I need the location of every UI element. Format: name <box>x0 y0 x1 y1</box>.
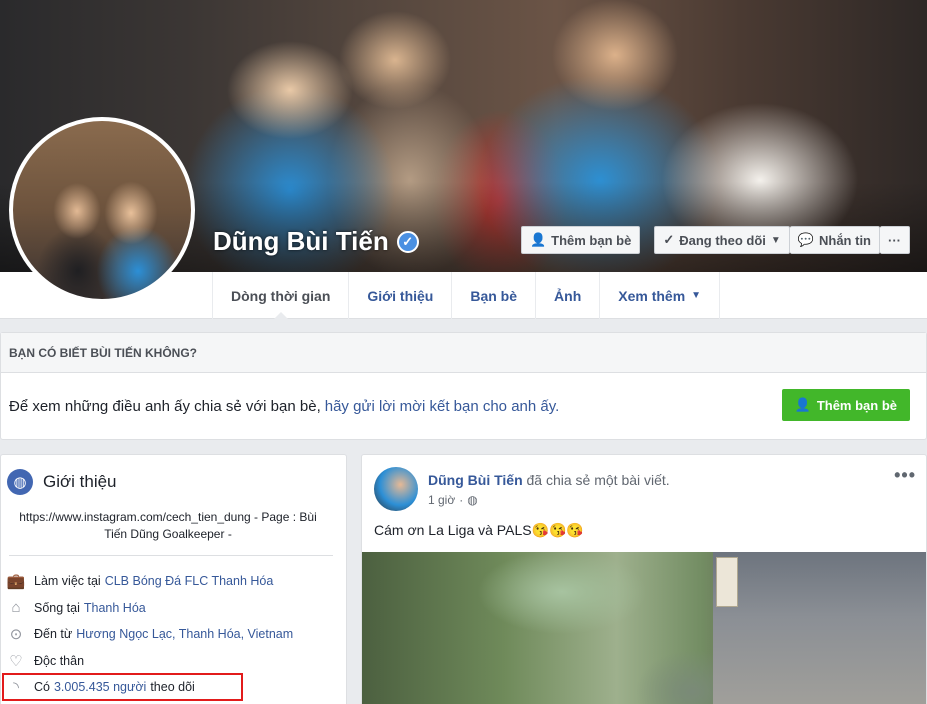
intro-row-suffix: theo dõi <box>150 680 195 695</box>
profile-avatar[interactable] <box>9 117 195 303</box>
know-card-text: Để xem những điều anh ấy chia sẻ với bạn… <box>9 397 321 415</box>
know-card: BẠN CÓ BIẾT BÙI TIẾN KHÔNG? Để xem những… <box>0 332 927 440</box>
intro-row-relationship: ♡ Độc thân <box>6 648 336 675</box>
profile-name[interactable]: Dũng Bùi Tiến <box>213 226 389 257</box>
messenger-icon: 💬 <box>797 232 814 247</box>
image-shed <box>713 552 926 704</box>
message-label: Nhắn tin <box>819 232 871 248</box>
intro-title: Giới thiệu <box>43 472 117 491</box>
dot-separator: · <box>459 493 464 507</box>
intro-row-prefix: Sống tại <box>34 600 80 615</box>
intro-bio: https://www.instagram.com/cech_tien_dung… <box>19 510 317 541</box>
send-request-link[interactable]: hãy gửi lời mời kết bạn cho anh ấy. <box>325 398 560 415</box>
post-author-name[interactable]: Dũng Bùi Tiến <box>428 472 523 488</box>
add-friend-label: Thêm bạn bè <box>551 232 632 248</box>
post-card: Dũng Bùi Tiến đã chia sẻ một bài viết. 1… <box>361 454 927 704</box>
intro-card: ◍ Giới thiệu https://www.instagram.com/c… <box>0 454 347 704</box>
tab-more-label: Xem thêm <box>618 287 686 304</box>
cover-actions: 👤 Thêm bạn bè ✓ Đang theo dõi ▼ 💬 Nhắn t… <box>520 226 910 254</box>
add-friend-green-button[interactable]: 👤 Thêm bạn bè <box>781 389 910 421</box>
post-author-avatar[interactable] <box>374 467 418 511</box>
intro-row-prefix: Đến từ <box>34 627 73 642</box>
post-time[interactable]: 1 giờ <box>428 493 455 507</box>
add-friend-icon: 👤 <box>529 232 547 247</box>
briefcase-icon: 💼 <box>6 573 26 591</box>
work-link[interactable]: CLB Bóng Đá FLC Thanh Hóa <box>105 574 274 588</box>
intro-row-prefix: Có <box>34 680 50 695</box>
chevron-down-icon: ▼ <box>691 290 702 301</box>
lives-link[interactable]: Thanh Hóa <box>84 601 146 615</box>
tab-friends[interactable]: Bạn bè <box>451 272 535 319</box>
intro-row-prefix: Độc thân <box>34 653 85 668</box>
post-text: Cám ơn La Liga và PALS😘😘😘 <box>374 522 584 538</box>
add-friend-icon: 👤 <box>794 397 811 412</box>
following-button[interactable]: ✓ Đang theo dõi ▼ <box>654 226 790 254</box>
globe-icon: ◍ <box>7 469 33 495</box>
hometown-link[interactable]: Hương Ngọc Lạc, Thanh Hóa, Vietnam <box>76 627 293 641</box>
tabs: Dòng thời gian Giới thiệu Bạn bè Ảnh Xem… <box>212 272 721 320</box>
chevron-down-icon: ▼ <box>770 234 781 246</box>
globe-icon: ◍ <box>467 493 478 507</box>
location-pin-icon: ⊙ <box>9 626 23 644</box>
know-card-heading: BẠN CÓ BIẾT BÙI TIẾN KHÔNG? <box>1 333 926 373</box>
intro-row-from: ⊙ Đến từ Hương Ngọc Lạc, Thanh Hóa, Viet… <box>6 621 336 648</box>
post-header: Dũng Bùi Tiến đã chia sẻ một bài viết. <box>428 472 670 488</box>
add-friend-green-label: Thêm bạn bè <box>816 397 897 413</box>
tab-about[interactable]: Giới thiệu <box>348 272 451 319</box>
post-options-icon[interactable]: ••• <box>894 465 916 486</box>
tab-photos[interactable]: Ảnh <box>535 272 599 319</box>
followers-link[interactable]: 3.005.435 người <box>54 680 146 694</box>
message-button[interactable]: 💬 Nhắn tin <box>789 226 880 254</box>
intro-row-lives: ⌂ Sống tại Thanh Hóa <box>6 595 336 622</box>
divider <box>9 555 333 556</box>
more-icon: ··· <box>888 232 901 248</box>
profile-name-wrap: Dũng Bùi Tiến ✓ <box>213 226 419 257</box>
heart-icon: ♡ <box>9 652 23 670</box>
home-icon: ⌂ <box>11 599 21 617</box>
more-button[interactable]: ··· <box>880 226 910 254</box>
tab-timeline[interactable]: Dòng thời gian <box>212 272 348 320</box>
verified-badge-icon: ✓ <box>396 230 419 253</box>
intro-row-prefix: Làm việc tại <box>34 574 101 589</box>
post-image[interactable] <box>362 552 926 704</box>
image-sign <box>716 557 738 607</box>
intro-title-wrap: ◍ Giới thiệu <box>7 469 117 495</box>
intro-row-followers: ◝ Có 3.005.435 người theo dõi <box>6 674 336 701</box>
tab-more[interactable]: Xem thêm ▼ <box>599 272 721 319</box>
add-friend-button[interactable]: 👤 Thêm bạn bè <box>520 226 641 254</box>
follow-message-group: ✓ Đang theo dõi ▼ 💬 Nhắn tin ··· <box>654 226 910 254</box>
post-action: đã chia sẻ một bài viết. <box>526 472 670 488</box>
intro-list: 💼 Làm việc tại CLB Bóng Đá FLC Thanh Hóa… <box>6 568 336 701</box>
rss-icon: ◝ <box>13 679 19 697</box>
intro-row-work: 💼 Làm việc tại CLB Bóng Đá FLC Thanh Hóa <box>6 568 336 595</box>
post-meta: 1 giờ · ◍ <box>428 493 478 507</box>
check-icon: ✓ <box>663 232 675 247</box>
following-label: Đang theo dõi <box>679 232 766 248</box>
